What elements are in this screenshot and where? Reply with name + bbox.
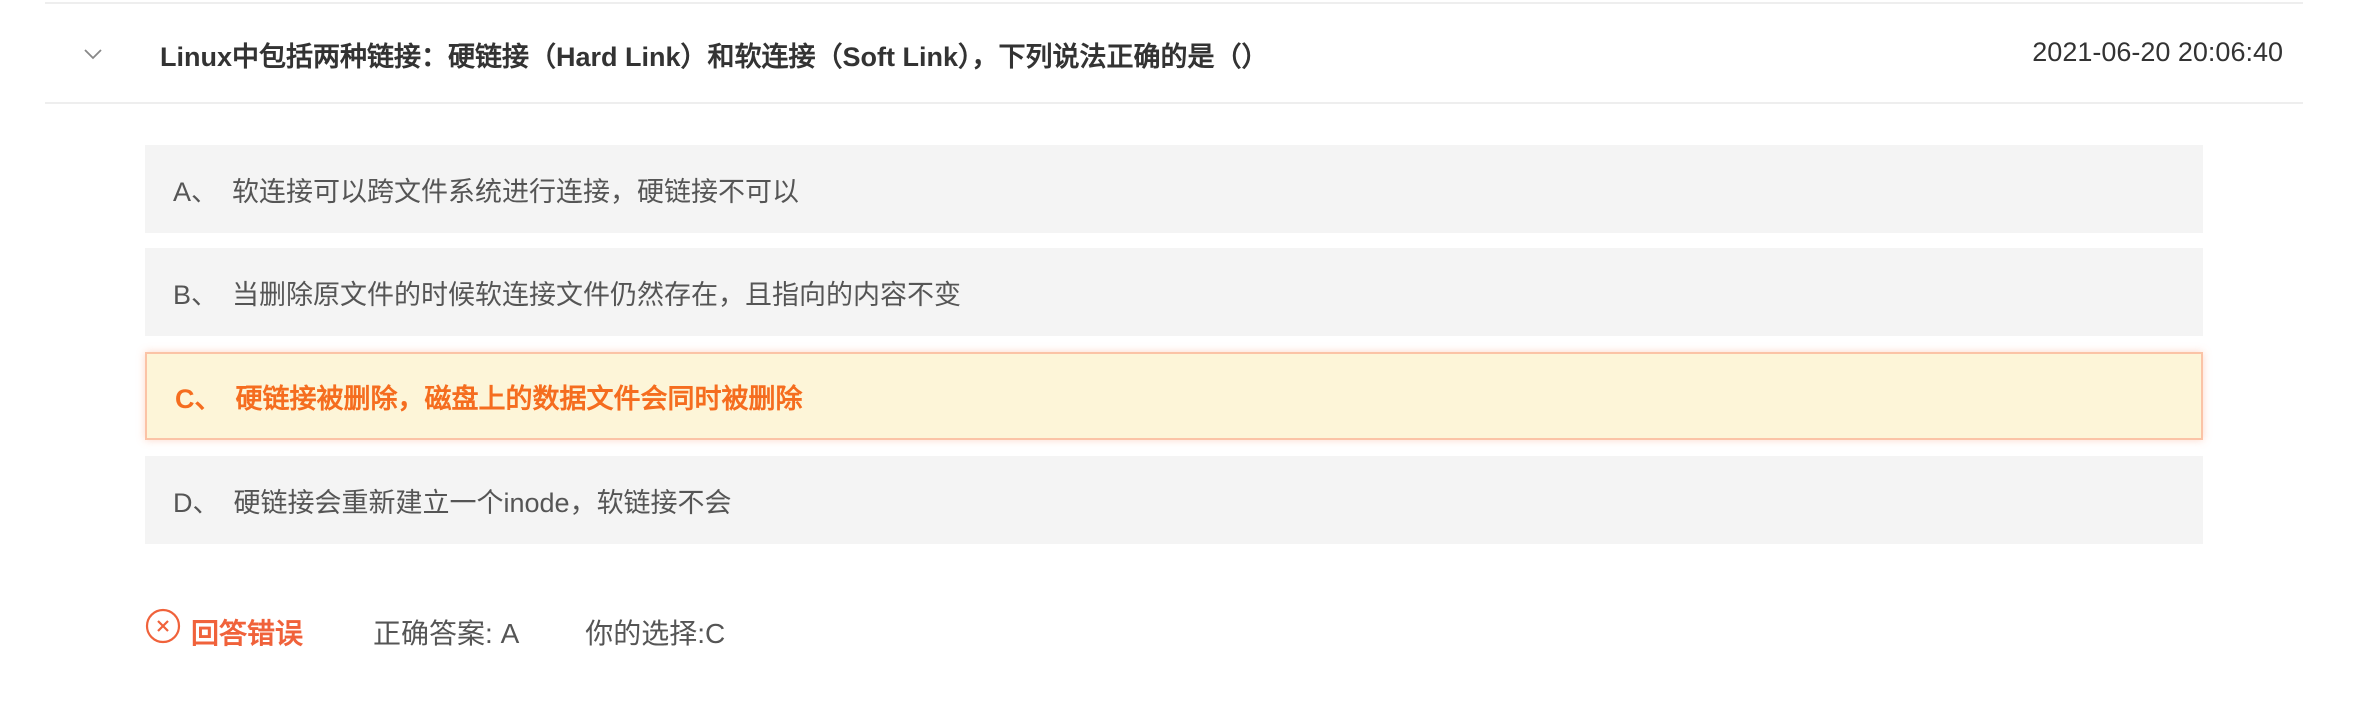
question-card: Linux中包括两种链接：硬链接（Hard Link）和软连接（Soft Lin… (45, 0, 2303, 710)
option-text: 硬链接会重新建立一个inode，软链接不会 (233, 487, 732, 518)
option-c-selected[interactable]: C、 硬链接被删除，磁盘上的数据文件会同时被删除 (145, 352, 2203, 440)
result-status: 回答错误 (191, 618, 304, 649)
option-a[interactable]: A、 软连接可以跨文件系统进行连接，硬链接不可以 (145, 145, 2203, 233)
option-letter: B、 (173, 279, 219, 310)
answer-result: 回答错误 正确答案: A 你的选择:C (145, 608, 726, 652)
question-timestamp: 2021-06-20 20:06:40 (2032, 37, 2283, 67)
close-circle-icon (145, 608, 181, 644)
option-letter: D、 (173, 487, 220, 518)
your-choice: 你的选择:C (585, 618, 726, 649)
chevron-down-icon[interactable] (81, 42, 105, 66)
option-text: 当删除原文件的时候软连接文件仍然存在，且指向的内容不变 (232, 279, 962, 310)
option-letter: A、 (173, 176, 219, 207)
question-header[interactable]: Linux中包括两种链接：硬链接（Hard Link）和软连接（Soft Lin… (45, 4, 2303, 104)
option-b[interactable]: B、 当删除原文件的时候软连接文件仍然存在，且指向的内容不变 (145, 248, 2203, 336)
option-text: 硬链接被删除，磁盘上的数据文件会同时被删除 (235, 383, 803, 414)
correct-answer: 正确答案: A (373, 618, 520, 649)
question-title: Linux中包括两种链接：硬链接（Hard Link）和软连接（Soft Lin… (160, 42, 1269, 72)
option-letter: C、 (175, 383, 222, 414)
option-text: 软连接可以跨文件系统进行连接，硬链接不可以 (232, 176, 800, 207)
option-d[interactable]: D、 硬链接会重新建立一个inode，软链接不会 (145, 456, 2203, 544)
